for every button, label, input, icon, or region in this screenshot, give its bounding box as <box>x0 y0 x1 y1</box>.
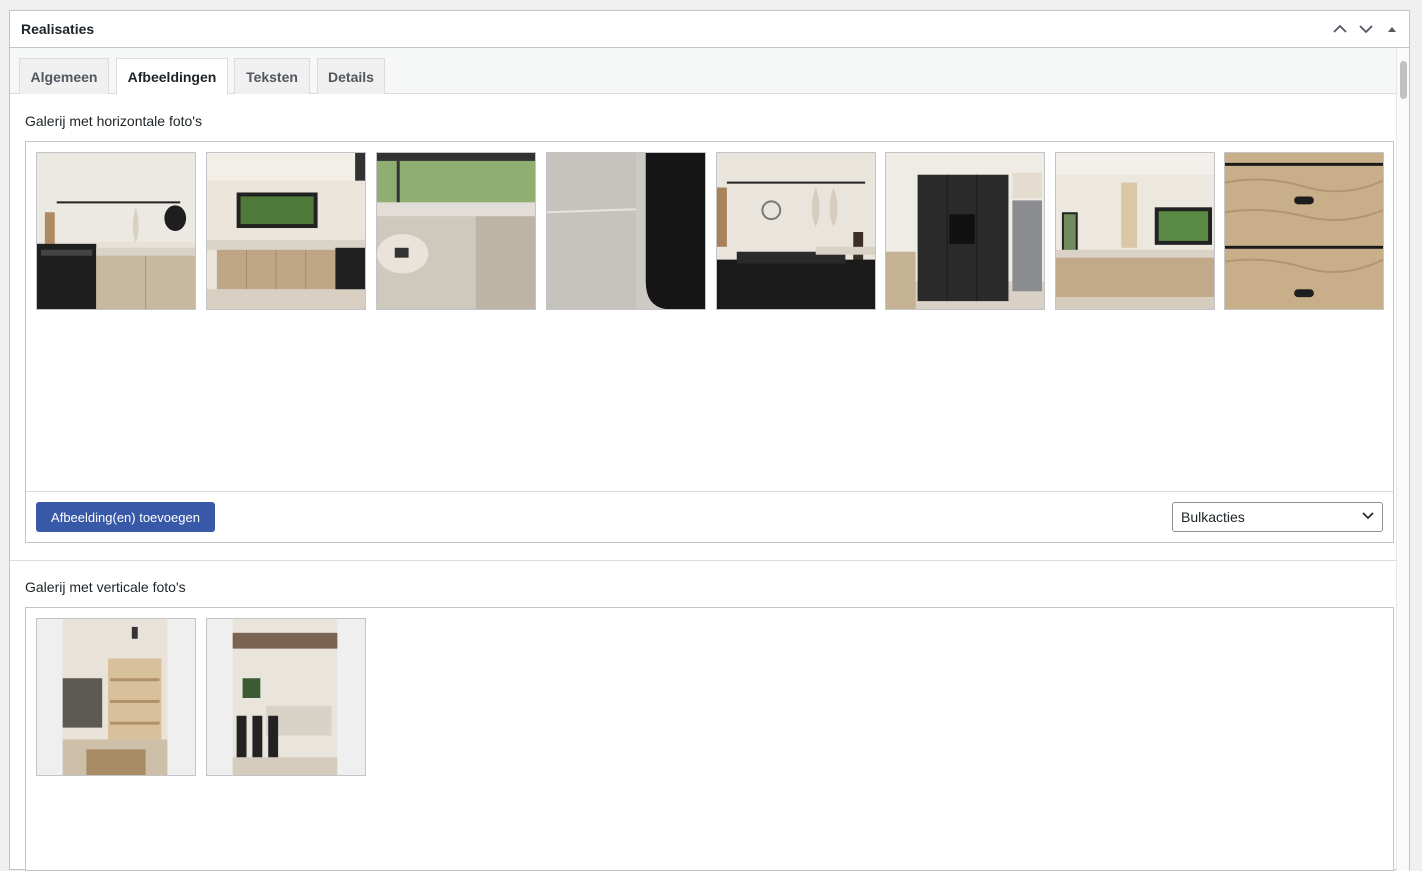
gallery-image[interactable] <box>376 152 536 310</box>
gallery-image[interactable] <box>1224 152 1384 310</box>
metabox-handle-actions <box>1329 18 1403 40</box>
scrollbar-thumb[interactable] <box>1400 61 1407 99</box>
chevron-down-icon <box>1359 25 1373 34</box>
tabs-bar: Algemeen Afbeeldingen Teksten Details <box>10 48 1396 95</box>
tab-algemeen[interactable]: Algemeen <box>19 58 109 94</box>
gallery-image[interactable] <box>885 152 1045 310</box>
horizontal-gallery: Afbeelding(en) toevoegen Bulkacties <box>25 141 1394 543</box>
bulk-actions-select[interactable]: Bulkacties <box>1172 502 1383 532</box>
section-divider <box>10 560 1396 561</box>
gallery-image[interactable] <box>1055 152 1215 310</box>
bulk-actions-value: Bulkacties <box>1181 509 1245 525</box>
chevron-down-icon <box>1362 512 1374 520</box>
add-images-button[interactable]: Afbeelding(en) toevoegen <box>36 502 215 532</box>
metabox-header: Realisaties <box>10 11 1409 48</box>
move-up-button[interactable] <box>1329 18 1351 40</box>
gallery-image[interactable] <box>546 152 706 310</box>
horizontal-gallery-label: Galerij met horizontale foto's <box>25 113 202 129</box>
toggle-panel-button[interactable] <box>1381 18 1403 40</box>
triangle-up-icon <box>1388 27 1396 32</box>
move-down-button[interactable] <box>1355 18 1377 40</box>
gallery-image[interactable] <box>206 618 366 776</box>
gallery-image[interactable] <box>36 618 196 776</box>
realisaties-metabox: Realisaties Algemeen Afbeeldingen Tekste… <box>9 10 1410 871</box>
gallery-image[interactable] <box>36 152 196 310</box>
vertical-gallery-label: Galerij met verticale foto's <box>25 579 186 595</box>
tab-teksten[interactable]: Teksten <box>234 58 310 94</box>
metabox-title: Realisaties <box>21 21 95 37</box>
gallery-image[interactable] <box>206 152 366 310</box>
tab-details[interactable]: Details <box>317 58 385 94</box>
tab-afbeeldingen[interactable]: Afbeeldingen <box>116 58 228 95</box>
chevron-up-icon <box>1333 24 1347 33</box>
gallery-image[interactable] <box>716 152 876 310</box>
vertical-gallery <box>25 607 1394 871</box>
panel-scrollbar[interactable] <box>1396 48 1409 871</box>
horizontal-gallery-footer: Afbeelding(en) toevoegen Bulkacties <box>26 491 1393 542</box>
